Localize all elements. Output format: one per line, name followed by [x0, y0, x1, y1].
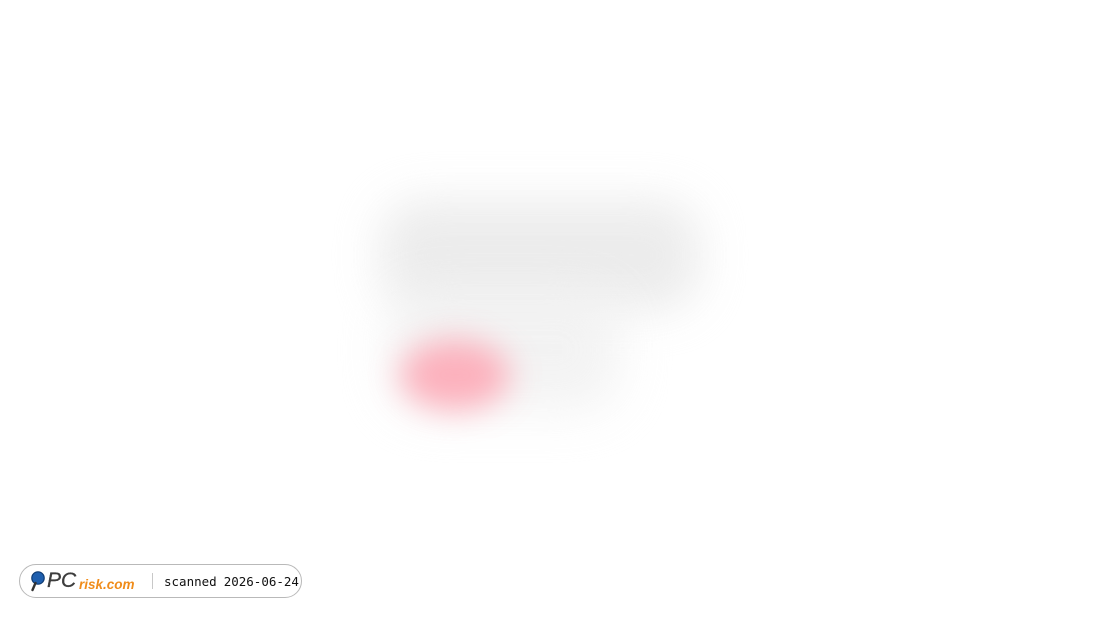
badge-divider [152, 573, 153, 589]
blurred-content [360, 180, 740, 440]
page: PC risk.com scanned 2026-06-24 [0, 0, 1100, 619]
logo-risk-text: risk.com [79, 577, 135, 592]
pcrisk-logo-graphic: PC risk.com [31, 569, 135, 592]
watermark-badge: PC risk.com scanned 2026-06-24 [19, 564, 302, 598]
magnifier-icon [31, 571, 45, 592]
scanned-date: 2026-06-24 [223, 573, 299, 589]
logo-pc-text: PC [47, 569, 77, 592]
scanned-label: scanned [164, 573, 217, 589]
blurred-red-button [400, 340, 510, 410]
pcrisk-logo: PC risk.com [30, 565, 142, 597]
